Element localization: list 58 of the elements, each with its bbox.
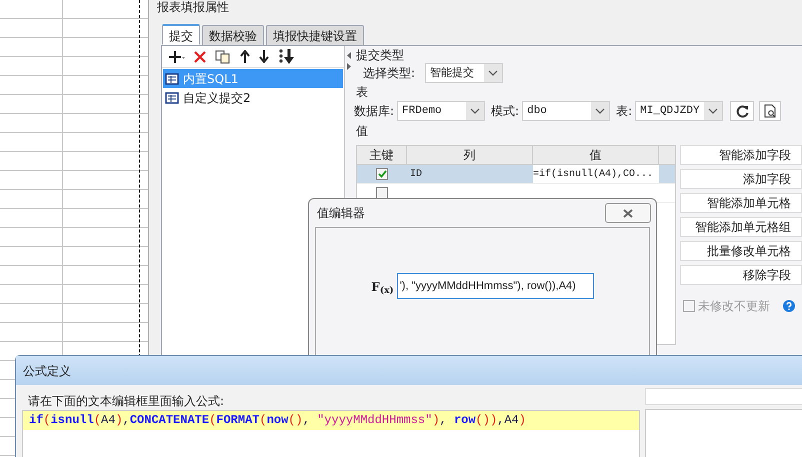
section-heading: 值: [356, 124, 369, 139]
action-button[interactable]: 智能添加单元格组: [680, 217, 802, 237]
chevron-down-icon: [708, 108, 718, 114]
close-button[interactable]: [605, 203, 651, 223]
checkbox[interactable]: [683, 300, 695, 312]
help-icon[interactable]: [783, 300, 795, 312]
arrow-up-icon[interactable]: [240, 50, 250, 63]
add-icon[interactable]: [169, 50, 185, 64]
table-cell-text: ID: [409, 168, 424, 182]
list-item[interactable]: 自定义提交2: [163, 88, 343, 107]
field-label: 数据库:: [354, 103, 394, 120]
column-header: 主键: [357, 146, 407, 164]
action-button[interactable]: 添加字段: [680, 169, 802, 189]
action-button[interactable]: 移除字段: [680, 265, 802, 285]
field-label: 表:: [616, 103, 632, 120]
move-bottom-icon[interactable]: [278, 49, 295, 64]
dialog-title: 报表填报属性: [157, 0, 229, 14]
chevron-down-icon: [488, 70, 498, 76]
preview-button[interactable]: [759, 101, 782, 121]
checkbox[interactable]: [376, 187, 388, 199]
tab[interactable]: 填报快捷键设置: [266, 25, 364, 46]
tab[interactable]: 提交: [162, 24, 200, 45]
refresh-button[interactable]: [730, 101, 754, 121]
formula-editor[interactable]: if(isnull(A4),CONCATENATE(FORMAT(now(), "yyyyMMddHHmmss"), row()),A4): [22, 410, 640, 457]
field-label: 模式:: [491, 103, 520, 120]
dialog-title: 值编辑器: [317, 205, 365, 222]
search-field[interactable]: [645, 388, 802, 405]
table-select[interactable]: MI_QDJZDY: [635, 101, 724, 121]
action-button[interactable]: 智能添加单元格: [680, 193, 802, 213]
section-heading: 表: [356, 85, 369, 100]
column-header: 列: [407, 146, 533, 164]
chevron-down-icon: [470, 108, 480, 114]
arrow-down-icon[interactable]: [259, 50, 269, 63]
dialog-title: 公式定义: [23, 362, 71, 380]
action-button[interactable]: 智能添加字段: [680, 145, 802, 165]
action-button[interactable]: 批量修改单元格: [680, 241, 802, 261]
formula-icon[interactable]: F$_{(x)}$: [371, 278, 394, 296]
document-search-icon: [764, 104, 777, 118]
type-select[interactable]: 智能提交: [425, 63, 504, 83]
refresh-icon: [736, 104, 749, 118]
field-label: 选择类型:: [363, 65, 416, 82]
prompt-text: 请在下面的文本编辑框里面输入公式:: [27, 393, 226, 410]
checkbox-label: 未修改不更新: [698, 298, 770, 315]
close-icon: [623, 208, 633, 218]
copy-icon[interactable]: [215, 50, 231, 64]
formula-field[interactable]: '), "yyyyMMddHHmmss"), row()),A4): [396, 273, 594, 299]
database-select[interactable]: FRDemo: [397, 101, 486, 121]
section-heading: 提交类型: [356, 48, 405, 63]
table-cell: =if(isnull(A4),CO...: [533, 165, 659, 183]
chevron-down-icon: [595, 108, 606, 114]
tab[interactable]: 数据校验: [202, 25, 264, 46]
table-row[interactable]: ID =if(isnull(A4),CO...: [357, 165, 675, 184]
delete-icon[interactable]: [194, 50, 206, 62]
table-icon: [165, 72, 179, 84]
schema-select[interactable]: dbo: [522, 101, 610, 121]
checkbox[interactable]: [376, 168, 388, 180]
table-icon: [165, 92, 179, 104]
column-header: 值: [533, 146, 659, 164]
